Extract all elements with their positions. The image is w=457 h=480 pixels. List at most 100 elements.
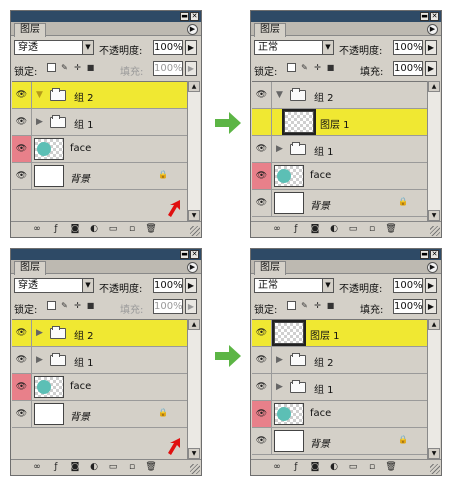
resize-grip-icon[interactable] bbox=[190, 464, 200, 474]
tab-layers[interactable]: 图层 bbox=[14, 261, 46, 275]
lock-move-icon[interactable]: ✛ bbox=[73, 63, 82, 72]
link-layers-icon[interactable]: ∞ bbox=[271, 462, 283, 473]
resize-grip-icon[interactable] bbox=[430, 226, 440, 236]
scroll-up-icon[interactable]: ▲ bbox=[428, 81, 440, 92]
lock-all-icon[interactable]: ■ bbox=[86, 63, 95, 72]
panel-menu-icon[interactable]: ▶ bbox=[427, 24, 438, 35]
visibility-eye-icon[interactable]: 👁 bbox=[12, 347, 32, 373]
adjustment-layer-icon[interactable]: ◐ bbox=[88, 224, 100, 235]
layer-group-row[interactable]: 👁 ▶ 组 1 bbox=[12, 347, 188, 374]
layer-group-row[interactable]: 👁 ▼ 组 2 bbox=[252, 82, 428, 109]
layer-row[interactable]: 👁 face bbox=[12, 374, 188, 401]
opacity-slider-arrow-icon[interactable]: ▶ bbox=[425, 278, 437, 293]
opacity-input[interactable]: 100% bbox=[393, 278, 423, 293]
close-icon[interactable]: ✕ bbox=[430, 250, 439, 259]
visibility-eye-icon[interactable]: 👁 bbox=[12, 163, 32, 189]
new-layer-icon[interactable]: ▫ bbox=[126, 462, 138, 473]
scroll-down-icon[interactable]: ▼ bbox=[428, 448, 440, 459]
adjustment-layer-icon[interactable]: ◐ bbox=[328, 224, 340, 235]
minimize-icon[interactable]: ▬ bbox=[420, 250, 429, 259]
opacity-slider-arrow-icon[interactable]: ▶ bbox=[425, 40, 437, 55]
new-group-icon[interactable]: ▭ bbox=[347, 462, 359, 473]
blend-mode-select[interactable]: 穿透 ▼ bbox=[14, 40, 94, 55]
panel-menu-icon[interactable]: ▶ bbox=[427, 262, 438, 273]
adjustment-layer-icon[interactable]: ◐ bbox=[88, 462, 100, 473]
panel-menu-icon[interactable]: ▶ bbox=[187, 24, 198, 35]
expand-open-icon[interactable]: ▼ bbox=[36, 90, 43, 100]
scroll-up-icon[interactable]: ▲ bbox=[188, 81, 200, 92]
add-mask-icon[interactable]: ◙ bbox=[309, 462, 321, 473]
blend-mode-select[interactable]: 穿透 ▼ bbox=[14, 278, 94, 293]
blend-mode-select[interactable]: 正常 ▼ bbox=[254, 278, 334, 293]
scroll-up-icon[interactable]: ▲ bbox=[428, 319, 440, 330]
lock-paint-icon[interactable]: ✎ bbox=[300, 301, 309, 310]
layer-group-row[interactable]: 👁 ▶ 组 1 bbox=[252, 136, 428, 163]
visibility-eye-icon[interactable]: 👁 bbox=[252, 428, 272, 454]
layer-style-icon[interactable]: ƒ bbox=[50, 462, 62, 473]
fill-slider-arrow-icon[interactable]: ▶ bbox=[425, 61, 437, 76]
visibility-eye-icon[interactable]: 👁 bbox=[252, 82, 272, 108]
lock-all-icon[interactable]: ■ bbox=[326, 63, 335, 72]
lock-transparent-icon[interactable] bbox=[47, 63, 56, 72]
opacity-input[interactable]: 100% bbox=[153, 40, 183, 55]
layer-group-row[interactable]: 👁 ▼ 组 2 bbox=[12, 82, 188, 109]
add-mask-icon[interactable]: ◙ bbox=[69, 462, 81, 473]
visibility-eye-icon[interactable]: 👁 bbox=[12, 374, 32, 400]
layer-row[interactable]: 👁 图层 1 bbox=[252, 320, 428, 347]
visibility-eye-icon[interactable]: 👁 bbox=[252, 136, 272, 162]
visibility-eye-icon[interactable]: 👁 bbox=[12, 109, 32, 135]
opacity-input[interactable]: 100% bbox=[153, 278, 183, 293]
visibility-eye-icon[interactable]: 👁 bbox=[252, 401, 272, 427]
fill-input[interactable]: 100% bbox=[393, 61, 423, 76]
expand-closed-icon[interactable]: ▶ bbox=[36, 117, 43, 127]
layer-row[interactable]: 👁 face bbox=[252, 163, 428, 190]
lock-move-icon[interactable]: ✛ bbox=[313, 301, 322, 310]
new-group-icon[interactable]: ▭ bbox=[107, 224, 119, 235]
expand-closed-icon[interactable]: ▶ bbox=[276, 382, 283, 392]
scroll-down-icon[interactable]: ▼ bbox=[188, 210, 200, 221]
opacity-slider-arrow-icon[interactable]: ▶ bbox=[185, 40, 197, 55]
adjustment-layer-icon[interactable]: ◐ bbox=[328, 462, 340, 473]
visibility-eye-icon[interactable]: 👁 bbox=[252, 163, 272, 189]
visibility-eye-icon[interactable]: 👁 bbox=[12, 136, 32, 162]
fill-input[interactable]: 100% bbox=[393, 299, 423, 314]
delete-layer-icon[interactable]: 🗑 bbox=[145, 224, 157, 235]
opacity-slider-arrow-icon[interactable]: ▶ bbox=[185, 278, 197, 293]
layers-scrollbar[interactable]: ▲ ▼ bbox=[187, 319, 200, 459]
expand-closed-icon[interactable]: ▶ bbox=[276, 355, 283, 365]
visibility-eye-icon[interactable]: 👁 bbox=[12, 82, 32, 108]
lock-all-icon[interactable]: ■ bbox=[326, 301, 335, 310]
link-layers-icon[interactable]: ∞ bbox=[31, 224, 43, 235]
resize-grip-icon[interactable] bbox=[430, 464, 440, 474]
layers-scrollbar[interactable]: ▲ ▼ bbox=[187, 81, 200, 221]
lock-transparent-icon[interactable] bbox=[287, 301, 296, 310]
layer-row[interactable]: 图层 1 bbox=[252, 109, 428, 136]
visibility-eye-icon[interactable]: 👁 bbox=[252, 347, 272, 373]
new-layer-icon[interactable]: ▫ bbox=[366, 224, 378, 235]
blend-mode-select[interactable]: 正常 ▼ bbox=[254, 40, 334, 55]
expand-closed-icon[interactable]: ▶ bbox=[276, 144, 283, 154]
tab-layers[interactable]: 图层 bbox=[254, 261, 286, 275]
close-icon[interactable]: ✕ bbox=[430, 12, 439, 21]
layer-row[interactable]: 👁 face bbox=[12, 136, 188, 163]
layer-row[interactable]: 👁 背景 🔒 bbox=[252, 190, 428, 217]
scroll-up-icon[interactable]: ▲ bbox=[188, 319, 200, 330]
new-group-icon[interactable]: ▭ bbox=[347, 224, 359, 235]
lock-move-icon[interactable]: ✛ bbox=[73, 301, 82, 310]
minimize-icon[interactable]: ▬ bbox=[420, 12, 429, 21]
lock-transparent-icon[interactable] bbox=[47, 301, 56, 310]
link-layers-icon[interactable]: ∞ bbox=[31, 462, 43, 473]
scroll-down-icon[interactable]: ▼ bbox=[428, 210, 440, 221]
layer-group-row[interactable]: 👁 ▶ 组 2 bbox=[12, 320, 188, 347]
layers-scrollbar[interactable]: ▲ ▼ bbox=[427, 319, 440, 459]
minimize-icon[interactable]: ▬ bbox=[180, 250, 189, 259]
tab-layers[interactable]: 图层 bbox=[14, 23, 46, 37]
panel-menu-icon[interactable]: ▶ bbox=[187, 262, 198, 273]
layer-row[interactable]: 👁 背景 🔒 bbox=[12, 163, 188, 190]
link-layers-icon[interactable]: ∞ bbox=[271, 224, 283, 235]
add-mask-icon[interactable]: ◙ bbox=[69, 224, 81, 235]
lock-transparent-icon[interactable] bbox=[287, 63, 296, 72]
fill-input[interactable]: 100% bbox=[153, 61, 183, 76]
minimize-icon[interactable]: ▬ bbox=[180, 12, 189, 21]
fill-slider-arrow-icon[interactable]: ▶ bbox=[185, 61, 197, 76]
